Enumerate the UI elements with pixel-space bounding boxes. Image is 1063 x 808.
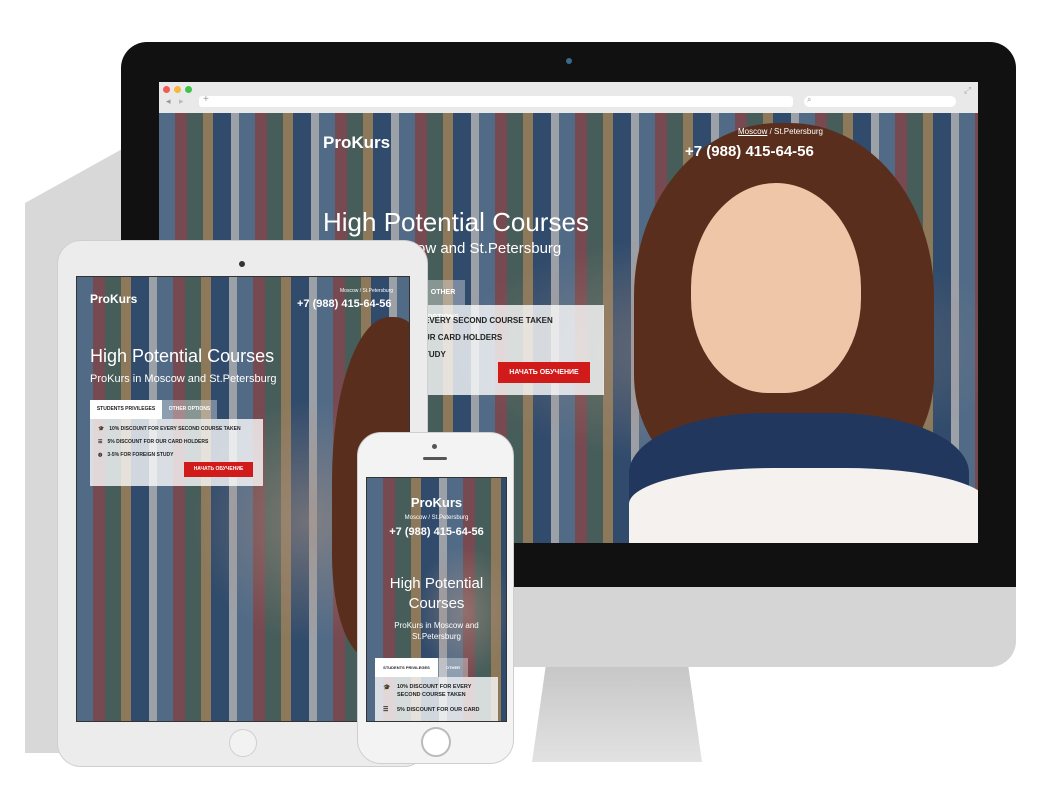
- brand-logo[interactable]: ProKurs: [367, 495, 506, 510]
- iphone-speaker: [423, 457, 447, 460]
- start-learning-button[interactable]: НАЧАТЬ ОБУЧЕНИЕ: [498, 362, 590, 383]
- globe-icon: ◍: [98, 452, 103, 458]
- hero-subtitle: ow and St.Petersburg: [417, 240, 562, 257]
- imac-stand: [532, 667, 702, 762]
- city-selector[interactable]: Moscow / St.Petersburg: [367, 515, 506, 521]
- perks-panel: 🎓 10% DISCOUNT FOR EVERY SECOND COURSE T…: [375, 677, 498, 721]
- back-arrow-icon[interactable]: ◂: [166, 96, 171, 107]
- perk-item: ◍ 3-5% FOR FOREIGN STUDY: [98, 452, 174, 458]
- hero-title: High Potential Courses: [323, 207, 589, 237]
- forward-arrow-icon[interactable]: ▸: [179, 96, 184, 107]
- perk-text: 5% DISCOUNT FOR OUR CARD HOLDERS: [107, 439, 209, 445]
- imac-camera: [566, 58, 572, 64]
- perk-text-line1: 10% DISCOUNT FOR EVERY: [397, 684, 472, 690]
- card-icon: ☰: [383, 707, 389, 713]
- minimize-window-icon[interactable]: [174, 86, 181, 93]
- perk-text: 10% DISCOUNT FOR EVERY SECOND COURSE TAK…: [109, 426, 241, 432]
- perks-panel: EVERY SECOND COURSE TAKEN UR CARD HOLDER…: [421, 305, 604, 395]
- browser-search-field[interactable]: ⌕: [804, 95, 956, 107]
- phone-number[interactable]: +7 (988) 415-64-56: [367, 526, 506, 538]
- phone-number[interactable]: +7 (988) 415-64-56: [685, 143, 814, 160]
- search-icon: ⌕: [807, 95, 812, 104]
- perk-item: ☰ 5% DISCOUNT FOR OUR CARD HOLDERS: [98, 439, 208, 445]
- brand-logo[interactable]: ProKurs: [90, 292, 137, 306]
- card-icon: ☰: [98, 439, 103, 445]
- hero-subtitle: ProKurs in Moscow and St.Petersburg: [90, 373, 277, 385]
- tab-students-privileges[interactable]: STUDENTS PRIVILEGES: [90, 400, 162, 419]
- hero-title-line2: Courses: [408, 595, 465, 612]
- iphone-home-button: [421, 727, 451, 757]
- hero-photo-book: [629, 468, 978, 543]
- city-spb-link[interactable]: St.Petersburg: [774, 127, 823, 136]
- phone-number[interactable]: +7 (988) 415-64-56: [297, 298, 391, 310]
- city-separator: /: [767, 127, 775, 136]
- hero-subtitle-line1: ProKurs in Moscow and: [394, 621, 479, 630]
- hero-subtitle-line2: St.Petersburg: [412, 632, 461, 641]
- perk-text: 3-5% FOR FOREIGN STUDY: [107, 452, 174, 458]
- new-tab-icon[interactable]: +: [203, 94, 209, 105]
- hero-title-line1: High Potential: [389, 575, 484, 592]
- hero-title: High Potential Courses: [90, 346, 275, 366]
- brand-logo[interactable]: ProKurs: [323, 133, 390, 153]
- mobile-screen: ProKurs Moscow / St.Petersburg +7 (988) …: [366, 477, 507, 722]
- ipad-home-button: [229, 729, 257, 757]
- browser-toolbar: ◂ ▸ + ⌕ ⤢: [159, 82, 978, 114]
- tab-students-privileges[interactable]: STUDENTS PRIVILEGES: [375, 658, 438, 677]
- perk-text: 5% DISCOUNT FOR OUR CARD: [397, 707, 480, 713]
- hero-photo-face: [691, 183, 861, 393]
- ipad-camera: [239, 261, 245, 267]
- perk-item: EVERY SECOND COURSE TAKEN: [424, 316, 553, 325]
- maximize-window-icon[interactable]: [185, 86, 192, 93]
- close-window-icon[interactable]: [163, 86, 170, 93]
- perk-item: UR CARD HOLDERS: [424, 333, 503, 342]
- tab-other-options[interactable]: OTHER OPTIONS: [162, 400, 217, 419]
- tab-other-options[interactable]: OTHER: [438, 658, 468, 677]
- address-bar[interactable]: +: [199, 94, 793, 107]
- perks-panel: 🎓 10% DISCOUNT FOR EVERY SECOND COURSE TA…: [90, 419, 263, 486]
- perk-text-line2: SECOND COURSE TAKEN: [397, 692, 466, 698]
- iphone-camera: [432, 444, 437, 449]
- city-selector[interactable]: Moscow / St.Petersburg: [738, 127, 823, 136]
- fullscreen-icon[interactable]: ⤢: [964, 85, 971, 96]
- start-learning-button[interactable]: НАЧАТЬ ОБУЧЕНИЕ: [184, 462, 253, 477]
- graduation-cap-icon: 🎓: [98, 426, 105, 432]
- graduation-cap-icon: 🎓: [383, 685, 391, 691]
- city-selector[interactable]: Moscow / St.Petersburg: [340, 288, 393, 294]
- perk-item: 🎓 10% DISCOUNT FOR EVERY SECOND COURSE TA…: [98, 426, 241, 432]
- city-moscow-link[interactable]: Moscow: [738, 127, 767, 136]
